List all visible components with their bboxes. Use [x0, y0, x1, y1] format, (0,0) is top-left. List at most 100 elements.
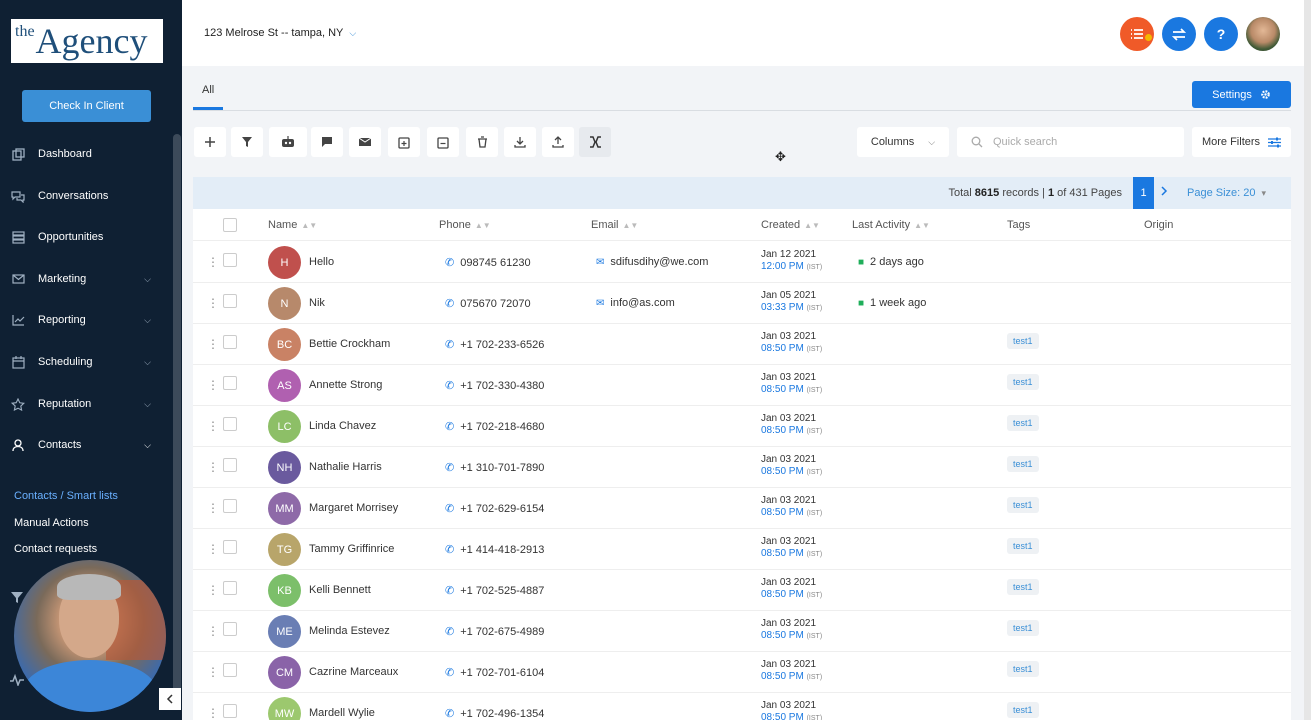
contact-avatar[interactable]: TG [268, 533, 301, 566]
table-row[interactable]: ⋮ BC Bettie Crockham ✆ +1 702-233-6526 Jan 03… [193, 324, 1291, 365]
table-row[interactable]: ⋮ N Nik ✆ 075670 72070 ✉ info@as.com Jan 05 202… [193, 283, 1291, 324]
collapse-sidebar-button[interactable] [159, 688, 181, 710]
check-in-client-button[interactable]: Check In Client [22, 90, 151, 122]
column-header-last-activity[interactable]: Last Activity ▲▼ [852, 219, 930, 231]
row-checkbox[interactable] [223, 622, 237, 636]
add-contact-button[interactable] [194, 127, 226, 157]
help-button[interactable]: ? [1204, 17, 1238, 51]
sidebar-item-conversations[interactable]: Conversations [0, 178, 170, 214]
tag-badge[interactable]: test1 [1007, 702, 1039, 718]
row-menu-icon[interactable]: ⋮ [207, 542, 219, 556]
contact-name[interactable]: Kelli Bennett [309, 584, 371, 596]
row-menu-icon[interactable]: ⋮ [207, 419, 219, 433]
sidebar-item-reputation[interactable]: Reputation ⌵ [0, 386, 170, 422]
contact-name[interactable]: Hello [309, 256, 334, 268]
table-row[interactable]: ⋮ MW Mardell Wylie ✆ +1 702-496-1354 Jan 03 2… [193, 693, 1291, 720]
sidebar-subitem-manual-actions[interactable]: Manual Actions [14, 517, 89, 529]
contact-name[interactable]: Melinda Estevez [309, 625, 390, 637]
column-header-name[interactable]: Name ▲▼ [268, 219, 317, 231]
tag-badge[interactable]: test1 [1007, 661, 1039, 677]
tag-badge[interactable]: test1 [1007, 374, 1039, 390]
row-menu-icon[interactable]: ⋮ [207, 255, 219, 269]
activity-pulse-icon[interactable] [10, 673, 24, 689]
table-row[interactable]: ⋮ MM Margaret Morrisey ✆ +1 702-629-6154 Jan … [193, 488, 1291, 529]
row-checkbox[interactable] [223, 540, 237, 554]
contact-phone[interactable]: ✆ +1 702-675-4989 [445, 625, 544, 638]
tag-badge[interactable]: test1 [1007, 415, 1039, 431]
contact-name[interactable]: Tammy Griffinrice [309, 543, 394, 555]
page-size-dropdown[interactable]: Page Size: 20 ▾ [1187, 187, 1266, 199]
current-page-button[interactable]: 1 [1133, 177, 1154, 209]
contact-phone[interactable]: ✆ +1 702-496-1354 [445, 707, 544, 720]
contact-avatar[interactable]: MW [268, 697, 301, 720]
row-checkbox[interactable] [223, 253, 237, 267]
row-checkbox[interactable] [223, 294, 237, 308]
table-row[interactable]: ⋮ TG Tammy Griffinrice ✆ +1 414-418-2913 Jan … [193, 529, 1291, 570]
contact-name[interactable]: Linda Chavez [309, 420, 376, 432]
contact-name[interactable]: Cazrine Marceaux [309, 666, 398, 678]
add-tag-button[interactable] [388, 127, 420, 157]
contact-phone[interactable]: ✆ +1 702-330-4380 [445, 379, 544, 392]
location-selector[interactable]: 123 Melrose St -- tampa, NY ⌵ [204, 27, 356, 39]
contact-avatar[interactable]: MM [268, 492, 301, 525]
contact-avatar[interactable]: KB [268, 574, 301, 607]
tab-all[interactable]: All [202, 84, 214, 96]
delete-button[interactable] [466, 127, 498, 157]
contact-name[interactable]: Mardell Wylie [309, 707, 375, 719]
contact-phone[interactable]: ✆ +1 702-525-4887 [445, 584, 544, 597]
contact-phone[interactable]: ✆ +1 702-701-6104 [445, 666, 544, 679]
row-checkbox[interactable] [223, 581, 237, 595]
columns-dropdown[interactable]: Columns ⌵ [857, 127, 949, 157]
send-sms-button[interactable] [311, 127, 343, 157]
filter-button[interactable] [231, 127, 263, 157]
contact-avatar[interactable]: H [268, 246, 301, 279]
sidebar-item-contacts[interactable]: Contacts ⌵ [0, 427, 170, 463]
row-menu-icon[interactable]: ⋮ [207, 378, 219, 392]
contact-avatar[interactable]: LC [268, 410, 301, 443]
contact-email[interactable]: ✉ sdifusdihy@we.com [596, 256, 708, 268]
tag-badge[interactable]: test1 [1007, 456, 1039, 472]
tag-badge[interactable]: test1 [1007, 579, 1039, 595]
row-menu-icon[interactable]: ⋮ [207, 337, 219, 351]
contact-phone[interactable]: ✆ +1 310-701-7890 [445, 461, 544, 474]
row-checkbox[interactable] [223, 663, 237, 677]
more-filters-button[interactable]: More Filters [1192, 127, 1291, 157]
table-row[interactable]: ⋮ LC Linda Chavez ✆ +1 702-218-4680 Jan 03 20… [193, 406, 1291, 447]
task-list-button[interactable] [1120, 17, 1154, 51]
contact-avatar[interactable]: AS [268, 369, 301, 402]
sidebar-subitem-smart-lists[interactable]: Contacts / Smart lists [14, 490, 118, 502]
sidebar-item-marketing[interactable]: Marketing ⌵ [0, 261, 170, 297]
tag-badge[interactable]: test1 [1007, 497, 1039, 513]
contact-avatar[interactable]: N [268, 287, 301, 320]
contact-avatar[interactable]: NH [268, 451, 301, 484]
switch-account-button[interactable] [1162, 17, 1196, 51]
contact-phone[interactable]: ✆ +1 414-418-2913 [445, 543, 544, 556]
sidebar-item-opportunities[interactable]: Opportunities [0, 219, 170, 255]
user-avatar[interactable] [1246, 17, 1280, 51]
table-row[interactable]: ⋮ H Hello ✆ 098745 61230 ✉ sdifusdihy@we.com Ja… [193, 242, 1291, 283]
quick-search-input[interactable] [993, 136, 1173, 148]
row-checkbox[interactable] [223, 417, 237, 431]
sidebar-subitem-contact-requests[interactable]: Contact requests [14, 543, 97, 555]
export-button[interactable] [542, 127, 574, 157]
contact-name[interactable]: Bettie Crockham [309, 338, 390, 350]
row-menu-icon[interactable]: ⋮ [207, 501, 219, 515]
tag-badge[interactable]: test1 [1007, 620, 1039, 636]
remove-tag-button[interactable] [427, 127, 459, 157]
contact-name[interactable]: Nik [309, 297, 325, 309]
contact-phone[interactable]: ✆ 075670 72070 [445, 297, 531, 310]
table-row[interactable]: ⋮ KB Kelli Bennett ✆ +1 702-525-4887 Jan 03 2… [193, 570, 1291, 611]
contact-avatar[interactable]: ME [268, 615, 301, 648]
row-checkbox[interactable] [223, 704, 237, 718]
row-menu-icon[interactable]: ⋮ [207, 706, 219, 720]
sidebar-scrollbar[interactable] [173, 134, 181, 694]
row-menu-icon[interactable]: ⋮ [207, 583, 219, 597]
sidebar-item-reporting[interactable]: Reporting ⌵ [0, 302, 170, 338]
contact-phone[interactable]: ✆ 098745 61230 [445, 256, 531, 269]
contact-phone[interactable]: ✆ +1 702-218-4680 [445, 420, 544, 433]
contact-avatar[interactable]: BC [268, 328, 301, 361]
tag-badge[interactable]: test1 [1007, 538, 1039, 554]
contact-name[interactable]: Annette Strong [309, 379, 382, 391]
quick-search-field[interactable] [957, 127, 1184, 157]
contact-phone[interactable]: ✆ +1 702-233-6526 [445, 338, 544, 351]
